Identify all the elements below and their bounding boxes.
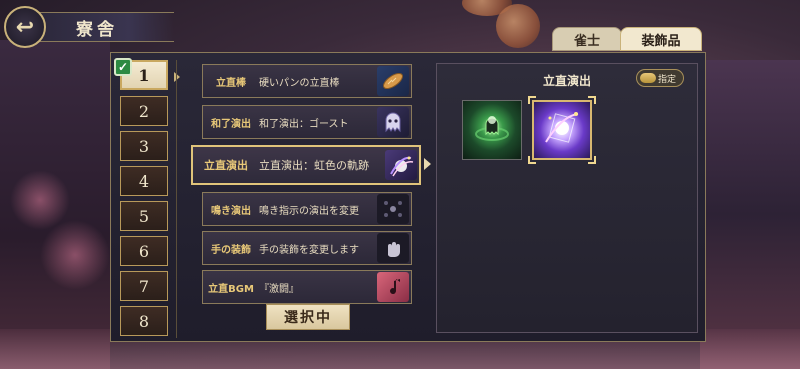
selection-corner (588, 156, 596, 164)
decoration-category: 立直演出 (204, 159, 248, 172)
decoration-category: 立直BGM (208, 283, 254, 295)
effect-option-rainbow-trail[interactable] (528, 96, 596, 164)
bread-icon (377, 66, 409, 96)
selected-row-arrow-icon (424, 158, 431, 170)
effect-option-green-ghost[interactable] (462, 100, 522, 160)
selecting-button[interactable]: 選択中 (266, 304, 350, 330)
music-icon (377, 272, 409, 302)
tab-decorations[interactable]: 装飾品 (620, 27, 702, 51)
hand-icon (377, 233, 409, 263)
designate-toggle[interactable]: 指定 (636, 69, 684, 87)
slot-button-7[interactable]: 7 (120, 271, 168, 301)
designate-label: 指定 (658, 74, 677, 85)
decoration-row-call-effect[interactable]: 鳴き演出 鳴き指示の演出を変更 (202, 192, 412, 226)
slot-button-5[interactable]: 5 (120, 201, 168, 231)
slot-button-2[interactable]: 2 (120, 96, 168, 126)
slot-button-8[interactable]: 8 (120, 306, 168, 336)
slot-button-3[interactable]: 3 (120, 131, 168, 161)
rainbow-trail-effect-icon (540, 106, 584, 154)
lantern-decoration (496, 4, 540, 48)
decoration-row-riichi-effect[interactable]: 立直演出 立直演出：虹色の軌跡 (191, 145, 421, 185)
slot-button-1[interactable]: ✓ 1 (114, 58, 180, 90)
call-effect-icon (377, 194, 409, 224)
decoration-description: 立直演出：虹色の軌跡 (259, 159, 369, 172)
decoration-category: 手の装飾 (211, 244, 251, 256)
selection-corner (528, 156, 536, 164)
back-button[interactable]: ↩ (4, 6, 46, 48)
ghost-icon (377, 107, 409, 137)
tab-mahjong-players[interactable]: 雀士 (552, 27, 622, 51)
decoration-description: 鳴き指示の演出を変更 (259, 205, 359, 217)
decoration-row-riichi-stick[interactable]: 立直棒 硬いパンの立直棒 (202, 64, 412, 98)
decoration-category: 立直棒 (216, 77, 246, 89)
slot-button-6[interactable]: 6 (120, 236, 168, 266)
selection-corner (588, 96, 596, 104)
decoration-description: 手の装飾を変更します (259, 244, 359, 256)
decoration-row-riichi-bgm[interactable]: 立直BGM 『激闘』 (202, 270, 412, 304)
decoration-description: 硬いパンの立直棒 (259, 77, 340, 89)
rainbow-trail-icon (385, 150, 417, 180)
decoration-row-hand-decoration[interactable]: 手の装飾 手の装飾を変更します (202, 231, 412, 265)
decoration-description: 『激闘』 (259, 283, 299, 295)
decoration-category: 鳴き演出 (211, 205, 251, 217)
decoration-description: 和了演出：ゴースト (259, 118, 349, 130)
toggle-icon (640, 73, 656, 83)
decoration-category: 和了演出 (211, 118, 251, 130)
green-ghost-effect-icon (472, 108, 512, 152)
header-bar: 寮舎 (24, 12, 174, 42)
back-arrow-icon: ↩ (15, 14, 35, 40)
slot-button-4[interactable]: 4 (120, 166, 168, 196)
selection-corner (528, 96, 536, 104)
blossom-decoration (10, 170, 70, 230)
slot-label: 1 (138, 65, 150, 85)
page-title: 寮舎 (76, 19, 118, 40)
checkmark-icon: ✓ (114, 58, 132, 76)
blossom-decoration (40, 220, 110, 290)
column-divider (176, 60, 177, 338)
background-right-window (700, 60, 800, 369)
decoration-row-win-effect[interactable]: 和了演出 和了演出：ゴースト (202, 105, 412, 139)
selection-arrow-icon (174, 72, 180, 82)
